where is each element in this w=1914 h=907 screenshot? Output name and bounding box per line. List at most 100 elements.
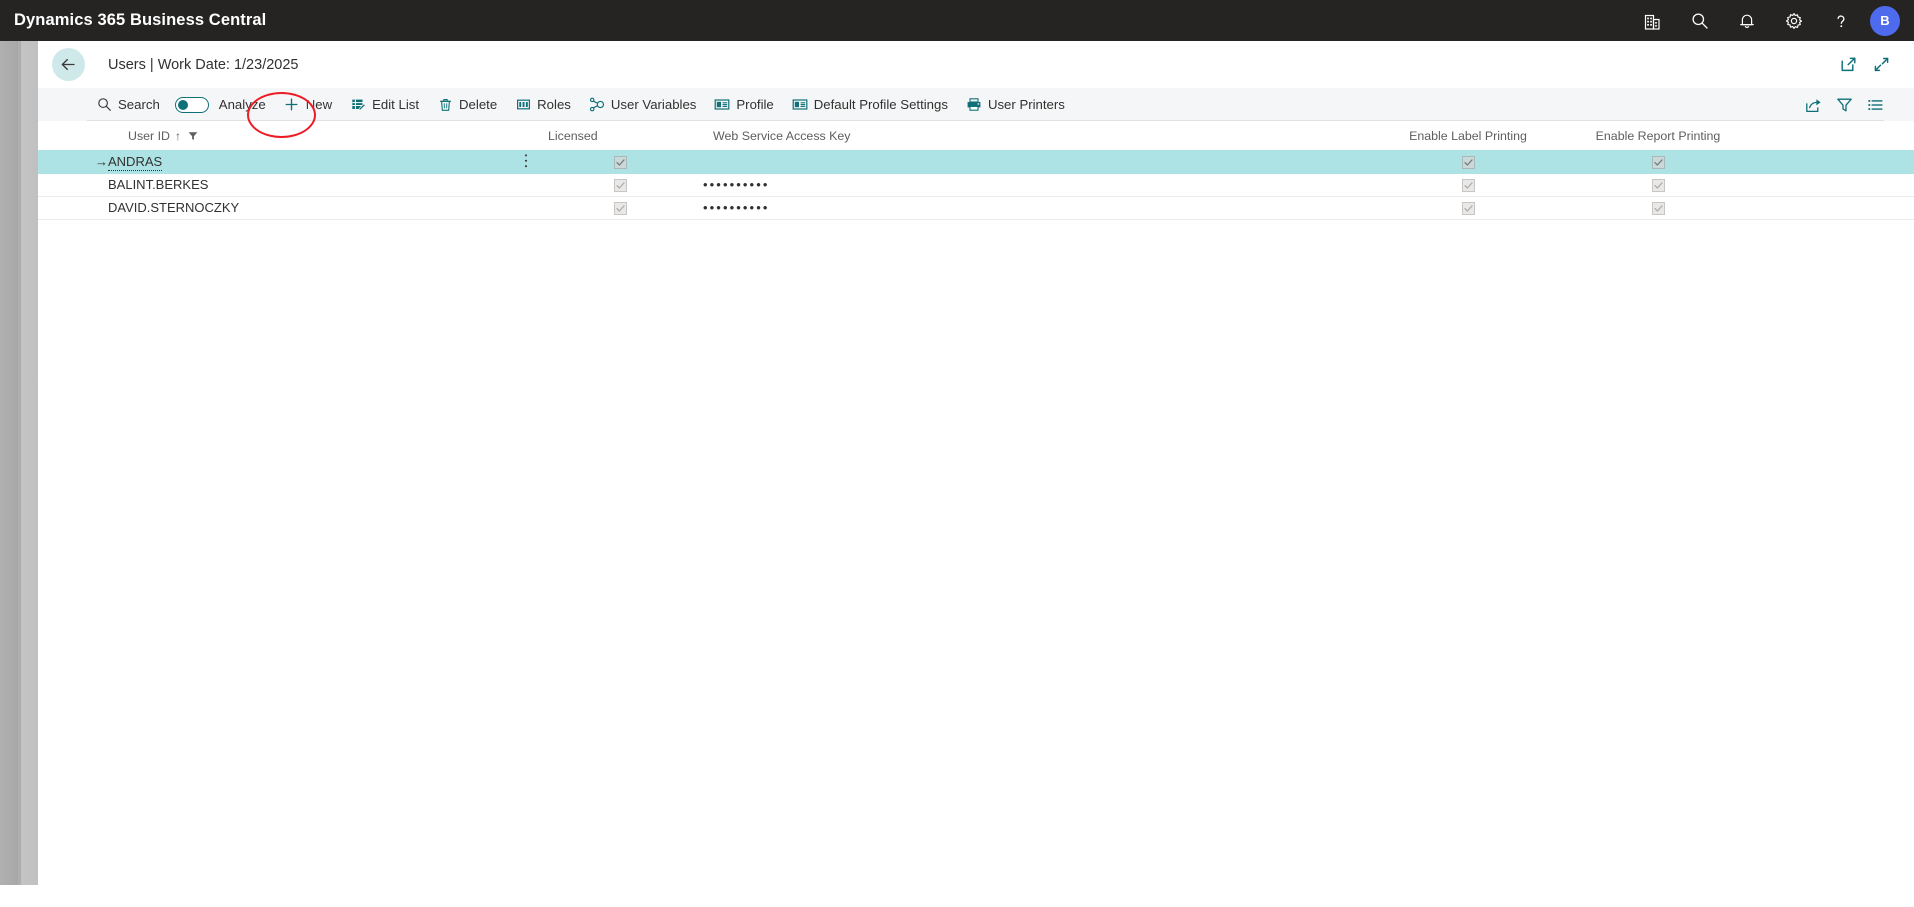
trash-icon	[437, 97, 453, 112]
app-bar-icon-group: B	[1629, 0, 1900, 41]
user-id-text: BALINT.BERKES	[108, 177, 209, 192]
cell-enable-label-printing[interactable]	[1373, 150, 1563, 174]
row-options-icon[interactable]	[524, 153, 528, 169]
header-enable-report-printing-label: Enable Report Printing	[1595, 128, 1721, 143]
cell-tail	[1753, 173, 1914, 197]
cell-user-id[interactable]: DAVID.STERNOCZKY	[108, 196, 538, 220]
cell-enable-report-printing[interactable]	[1563, 196, 1753, 220]
default-profile-settings-button[interactable]: Default Profile Settings	[783, 88, 957, 121]
enable-report-printing-checkbox[interactable]	[1651, 202, 1665, 216]
cell-enable-label-printing[interactable]	[1373, 173, 1563, 197]
cell-enable-label-printing[interactable]	[1373, 196, 1563, 220]
table-row[interactable]: → ANDRAS	[38, 150, 1914, 174]
user-variables-label: User Variables	[610, 97, 697, 112]
avatar[interactable]: B	[1870, 5, 1900, 36]
table-row[interactable]: DAVID.STERNOCZKY ••••••••••	[38, 196, 1914, 220]
collapse-icon[interactable]	[1873, 56, 1890, 73]
enable-label-printing-checkbox[interactable]	[1461, 202, 1475, 216]
page-title: Users | Work Date: 1/23/2025	[108, 56, 299, 73]
table-row[interactable]: BALINT.BERKES ••••••••••	[38, 173, 1914, 197]
search-icon[interactable]	[1676, 0, 1723, 41]
cell-user-id[interactable]: BALINT.BERKES	[108, 173, 538, 197]
enable-label-printing-checkbox[interactable]	[1461, 155, 1475, 169]
view-options-icon[interactable]	[1867, 97, 1884, 113]
command-bar: Search Analyze New Edit List Delete Role…	[38, 88, 1914, 121]
user-variables-icon	[589, 97, 605, 112]
user-printers-button[interactable]: User Printers	[957, 88, 1074, 121]
app-top-bar: Dynamics 365 Business Central B	[0, 0, 1914, 41]
new-button[interactable]: New	[275, 88, 341, 121]
default-profile-settings-label: Default Profile Settings	[813, 97, 948, 112]
roles-label: Roles	[537, 97, 571, 112]
cell-tail	[1753, 196, 1914, 220]
users-table: User ID ↑ Licensed Web Service Access Ke…	[38, 121, 1914, 220]
header-user-id[interactable]: User ID ↑	[108, 121, 538, 150]
user-id-link[interactable]: ANDRAS	[108, 153, 163, 171]
licensed-checkbox[interactable]	[614, 179, 627, 193]
header-enable-report-printing[interactable]: Enable Report Printing	[1563, 121, 1753, 150]
gear-icon[interactable]	[1770, 0, 1817, 41]
cell-web-service-access-key[interactable]: ••••••••••	[703, 196, 1373, 220]
edit-list-button[interactable]: Edit List	[341, 88, 428, 121]
cell-web-service-access-key[interactable]: ••••••••••	[703, 173, 1373, 197]
profile-button[interactable]: Profile	[705, 88, 782, 121]
open-in-new-window-icon[interactable]	[1840, 56, 1857, 73]
header-user-id-label: User ID	[128, 128, 170, 143]
profile-card-icon	[714, 97, 730, 112]
search-button-label: Search	[118, 97, 160, 112]
column-filter-icon[interactable]	[188, 131, 198, 141]
help-icon[interactable]	[1817, 0, 1864, 41]
header-indicator	[38, 121, 108, 150]
user-variables-button[interactable]: User Variables	[580, 88, 706, 121]
header-licensed-label: Licensed	[548, 128, 598, 143]
row-indicator	[38, 173, 108, 197]
cell-licensed[interactable]	[538, 150, 703, 174]
enable-label-printing-checkbox[interactable]	[1461, 179, 1475, 193]
page-content: Users | Work Date: 1/23/2025 Search Anal…	[38, 41, 1914, 907]
licensed-checkbox[interactable]	[614, 202, 627, 216]
analyze-toggle[interactable]	[174, 96, 209, 113]
bottom-strip	[0, 885, 1914, 907]
users-table-area: User ID ↑ Licensed Web Service Access Ke…	[38, 121, 1914, 220]
table-header-row: User ID ↑ Licensed Web Service Access Ke…	[38, 121, 1914, 150]
edit-list-label: Edit List	[372, 97, 420, 112]
left-gutter-shadow	[0, 41, 18, 907]
edit-list-icon	[350, 97, 366, 112]
licensed-checkbox[interactable]	[614, 155, 627, 169]
search-button[interactable]: Search	[87, 88, 169, 121]
delete-button[interactable]: Delete	[428, 88, 506, 121]
analyze-toggle-button[interactable]: Analyze	[169, 88, 275, 121]
users-table-body: → ANDRAS BALINT.BERKES •••••••••• DAVID.…	[38, 150, 1914, 220]
cell-licensed[interactable]	[538, 196, 703, 220]
row-indicator: →	[38, 150, 108, 174]
cell-enable-report-printing[interactable]	[1563, 173, 1753, 197]
plus-icon	[284, 97, 300, 112]
cell-web-service-access-key[interactable]	[703, 150, 1373, 174]
enable-report-printing-checkbox[interactable]	[1651, 155, 1665, 169]
notification-bell-icon[interactable]	[1723, 0, 1770, 41]
cell-licensed[interactable]	[538, 173, 703, 197]
header-tail	[1753, 121, 1914, 150]
page-header-icon-group	[1840, 56, 1890, 73]
header-enable-label-printing[interactable]: Enable Label Printing	[1373, 121, 1563, 150]
command-bar-right-icons	[1805, 97, 1884, 113]
cell-user-id[interactable]: ANDRAS	[108, 150, 538, 174]
share-icon[interactable]	[1805, 97, 1822, 113]
roles-button[interactable]: Roles	[506, 88, 580, 121]
company-icon[interactable]	[1629, 0, 1676, 41]
command-bar-container: Search Analyze New Edit List Delete Role…	[38, 88, 1914, 138]
search-icon	[96, 97, 112, 112]
sort-ascending-icon: ↑	[175, 128, 181, 143]
row-indicator	[38, 196, 108, 220]
enable-report-printing-checkbox[interactable]	[1651, 179, 1665, 193]
header-web-service-access-key-label: Web Service Access Key	[713, 128, 851, 143]
header-web-service-access-key[interactable]: Web Service Access Key	[703, 121, 1373, 150]
arrow-left-icon	[61, 58, 75, 71]
app-title: Dynamics 365 Business Central	[14, 11, 267, 29]
cell-enable-report-printing[interactable]	[1563, 150, 1753, 174]
page-header: Users | Work Date: 1/23/2025	[38, 41, 1914, 88]
header-licensed[interactable]: Licensed	[538, 121, 703, 150]
back-button[interactable]	[52, 48, 85, 81]
analyze-label: Analyze	[218, 97, 266, 112]
filter-icon[interactable]	[1836, 97, 1853, 113]
